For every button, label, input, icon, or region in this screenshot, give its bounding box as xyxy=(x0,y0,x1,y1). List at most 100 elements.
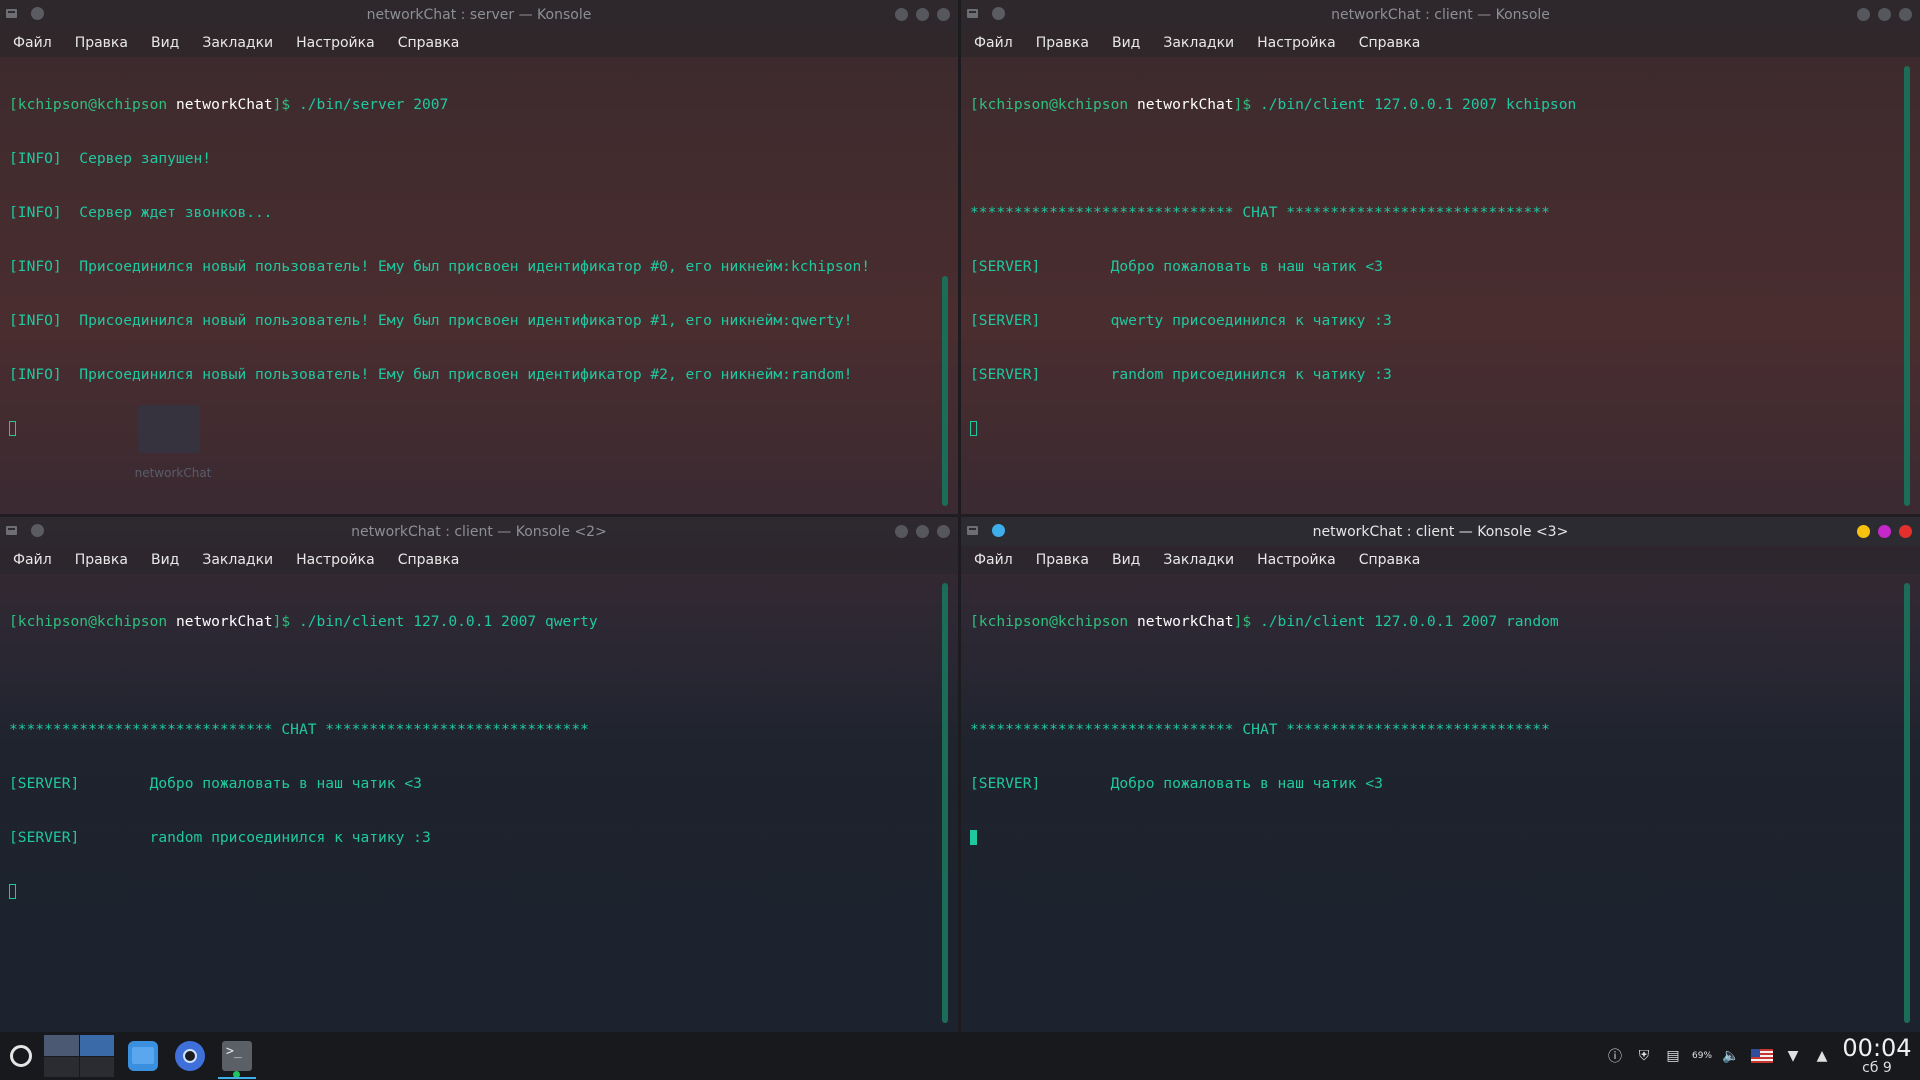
konsole-active-indicator xyxy=(218,1077,256,1079)
menu-edit[interactable]: Правка xyxy=(75,35,128,51)
expand-tray-icon[interactable]: ▲ xyxy=(1813,1047,1831,1065)
close-button[interactable] xyxy=(937,525,950,538)
window-titlebar[interactable]: networkChat : client — Konsole <3> xyxy=(961,517,1920,546)
close-button[interactable] xyxy=(937,8,950,21)
desktop-3[interactable] xyxy=(44,1056,79,1077)
chat-banner: ****************************** CHAT ****… xyxy=(970,204,1550,221)
scrollbar[interactable] xyxy=(1904,583,1910,1023)
clock-date: сб 9 xyxy=(1862,1060,1892,1076)
konsole-window-client-3[interactable]: networkChat : client — Konsole <3> Файл … xyxy=(961,517,1920,1032)
menu-edit[interactable]: Правка xyxy=(75,552,128,568)
output-line: [INFO] Присоединился новый пользователь!… xyxy=(9,366,853,383)
close-button[interactable] xyxy=(1899,525,1912,538)
window-menu-icon[interactable] xyxy=(6,9,17,18)
output-line: [SERVER] random присоединился к чатику :… xyxy=(9,829,431,846)
maximize-button[interactable] xyxy=(916,525,929,538)
close-button[interactable] xyxy=(1899,8,1912,21)
volume-icon[interactable]: 🔈 xyxy=(1722,1047,1740,1065)
clock-time: 00:04 xyxy=(1842,1034,1912,1062)
menu-bookmarks[interactable]: Закладки xyxy=(1163,35,1234,51)
menu-file[interactable]: Файл xyxy=(974,35,1013,51)
browser-icon[interactable] xyxy=(175,1041,205,1071)
terminal-area[interactable]: [kchipson@kchipson networkChat]$ ./bin/c… xyxy=(0,574,958,1032)
konsole-window-client-1[interactable]: networkChat : client — Konsole Файл Прав… xyxy=(961,0,1920,514)
menu-file[interactable]: Файл xyxy=(974,552,1013,568)
window-title: networkChat : client — Konsole xyxy=(1331,6,1550,23)
output-line: [INFO] Сервер запушен! xyxy=(9,150,212,167)
menu-settings[interactable]: Настройка xyxy=(296,552,375,568)
menu-help[interactable]: Справка xyxy=(1359,35,1421,51)
window-titlebar[interactable]: networkChat : client — Konsole xyxy=(961,0,1920,29)
window-menu-icon[interactable] xyxy=(967,9,978,18)
menu-file[interactable]: Файл xyxy=(13,35,52,51)
virtual-desktop-pager[interactable] xyxy=(44,1035,114,1077)
maximize-button[interactable] xyxy=(916,8,929,21)
terminal-area[interactable]: [kchipson@kchipson networkChat]$ ./bin/s… xyxy=(0,57,958,514)
maximize-button[interactable] xyxy=(1878,8,1891,21)
keyboard-layout-flag-icon[interactable] xyxy=(1751,1049,1773,1063)
window-title: networkChat : server — Konsole xyxy=(366,6,592,23)
keep-above-icon[interactable] xyxy=(31,7,44,20)
terminal-area[interactable]: [kchipson@kchipson networkChat]$ ./bin/c… xyxy=(961,57,1920,514)
network-wifi-icon[interactable]: ▼ xyxy=(1784,1047,1802,1065)
konsole-window-server[interactable]: networkChat : server — Konsole Файл Прав… xyxy=(0,0,958,514)
menu-help[interactable]: Справка xyxy=(1359,552,1421,568)
menu-help[interactable]: Справка xyxy=(398,552,460,568)
menu-settings[interactable]: Настройка xyxy=(296,35,375,51)
notification-icon[interactable]: ⓘ xyxy=(1606,1047,1624,1065)
window-titlebar[interactable]: networkChat : server — Konsole xyxy=(0,0,958,29)
keep-above-icon[interactable] xyxy=(992,524,1005,537)
output-line: [SERVER] Добро пожаловать в наш чатик <3 xyxy=(970,775,1383,792)
menu-settings[interactable]: Настройка xyxy=(1257,552,1336,568)
window-menu-icon[interactable] xyxy=(967,526,978,535)
window-divider-horizontal xyxy=(0,514,1920,517)
minimize-button[interactable] xyxy=(895,525,908,538)
file-manager-icon[interactable] xyxy=(128,1041,158,1071)
digital-clock[interactable]: 00:04 сб 9 xyxy=(1842,1036,1912,1076)
minimize-button[interactable] xyxy=(1857,8,1870,21)
menu-bookmarks[interactable]: Закладки xyxy=(202,35,273,51)
keep-above-icon[interactable] xyxy=(992,7,1005,20)
output-line: [SERVER] random присоединился к чатику :… xyxy=(970,366,1392,383)
desktop-1[interactable] xyxy=(44,1035,79,1056)
menu-view[interactable]: Вид xyxy=(1112,552,1140,568)
terminal-cursor xyxy=(970,421,977,436)
konsole-window-client-2[interactable]: networkChat : client — Konsole <2> Файл … xyxy=(0,517,958,1032)
clipboard-icon[interactable]: ▤ xyxy=(1664,1047,1682,1065)
output-line: [SERVER] Добро пожаловать в наш чатик <3 xyxy=(970,258,1383,275)
battery-icon[interactable]: 69% xyxy=(1692,1047,1712,1065)
keep-above-icon[interactable] xyxy=(31,524,44,537)
minimize-button[interactable] xyxy=(1857,525,1870,538)
scrollbar[interactable] xyxy=(942,583,948,1023)
menubar: Файл Правка Вид Закладки Настройка Справ… xyxy=(0,546,958,574)
menu-edit[interactable]: Правка xyxy=(1036,552,1089,568)
scrollbar[interactable] xyxy=(942,276,948,506)
terminal-area[interactable]: [kchipson@kchipson networkChat]$ ./bin/c… xyxy=(961,574,1920,1032)
menu-help[interactable]: Справка xyxy=(398,35,460,51)
window-title: networkChat : client — Konsole <3> xyxy=(1312,523,1569,540)
menu-bookmarks[interactable]: Закладки xyxy=(202,552,273,568)
window-titlebar[interactable]: networkChat : client — Konsole <2> xyxy=(0,517,958,546)
menu-file[interactable]: Файл xyxy=(13,552,52,568)
taskbar: ⓘ ⛨ ▤ 69% 🔈 ▼ ▲ 00:04 сб 9 xyxy=(0,1032,1920,1080)
shield-icon[interactable]: ⛨ xyxy=(1635,1047,1653,1065)
system-tray: ⓘ ⛨ ▤ 69% 🔈 ▼ ▲ 00:04 сб 9 xyxy=(1606,1032,1920,1080)
application-launcher-icon[interactable] xyxy=(10,1045,32,1067)
menu-settings[interactable]: Настройка xyxy=(1257,35,1336,51)
desktop-2[interactable] xyxy=(79,1035,114,1056)
menu-view[interactable]: Вид xyxy=(151,35,179,51)
menu-edit[interactable]: Правка xyxy=(1036,35,1089,51)
konsole-icon[interactable] xyxy=(222,1041,252,1071)
output-line: [INFO] Присоединился новый пользователь!… xyxy=(9,312,853,329)
desktop-4[interactable] xyxy=(79,1056,114,1077)
window-menu-icon[interactable] xyxy=(6,526,17,535)
minimize-button[interactable] xyxy=(895,8,908,21)
maximize-button[interactable] xyxy=(1878,525,1891,538)
output-line: [SERVER] qwerty присоединился к чатику :… xyxy=(970,312,1392,329)
menu-view[interactable]: Вид xyxy=(151,552,179,568)
scrollbar[interactable] xyxy=(1904,66,1910,506)
terminal-cursor xyxy=(970,830,977,845)
menu-view[interactable]: Вид xyxy=(1112,35,1140,51)
menu-bookmarks[interactable]: Закладки xyxy=(1163,552,1234,568)
